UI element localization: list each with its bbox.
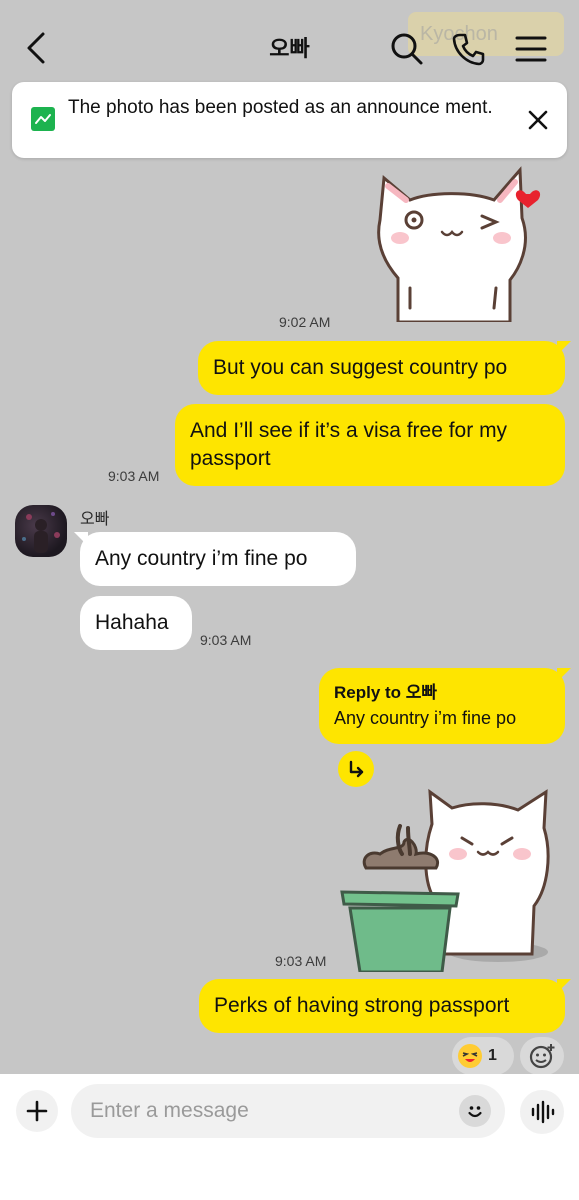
avatar[interactable] [15, 505, 67, 557]
timestamp: 9:03 AM [108, 468, 160, 484]
jump-to-reply-button[interactable] [338, 751, 374, 787]
chat-title: 오빠 [269, 36, 310, 61]
cat-sticker-wink[interactable] [370, 158, 550, 324]
emoticon-icon [468, 1106, 482, 1118]
timestamp: 9:02 AM [279, 314, 331, 330]
sender-name: 오빠 [80, 511, 110, 528]
cat-bucket-sticker[interactable] [338, 784, 556, 974]
message-text: Perks of having strong passport [214, 994, 510, 1017]
reply-quoted-text: Any country i’m fine po [334, 708, 517, 728]
my-message-bubble[interactable]: And I’ll see if it’s a visa free for my … [175, 404, 565, 486]
search-icon [391, 33, 423, 65]
close-banner-button[interactable] [524, 106, 552, 134]
reply-arrow-icon [349, 760, 364, 778]
plus-icon [26, 1100, 48, 1122]
timestamp: 9:03 AM [200, 632, 252, 648]
reaction-count: 1 [488, 1047, 497, 1064]
message-text: Any country i’m fine po [95, 547, 308, 570]
my-message-bubble[interactable]: Perks of having strong passport [199, 979, 565, 1033]
add-reaction-button[interactable] [520, 1037, 564, 1075]
announcement-text: The photo has been posted as an announce… [68, 97, 493, 118]
message-text: But you can suggest country po [213, 356, 508, 379]
add-reaction-icon [529, 1044, 555, 1069]
message-text: Hahaha [95, 611, 169, 634]
reply-title: Reply to 오빠 [334, 683, 438, 702]
announcement-image-icon [31, 107, 55, 131]
attach-button[interactable] [16, 1090, 58, 1132]
reply-message-bubble[interactable]: Reply to 오빠 Any country i’m fine po [319, 668, 565, 744]
their-message-bubble[interactable]: Hahaha [80, 596, 192, 650]
voice-message-button[interactable] [520, 1090, 564, 1134]
call-button[interactable] [450, 30, 488, 68]
reaction-chip[interactable]: 1 [452, 1037, 514, 1075]
their-message-bubble[interactable]: Any country i’m fine po [80, 532, 356, 586]
emoticon-button[interactable] [459, 1095, 491, 1127]
search-button[interactable] [388, 30, 426, 68]
announcement-banner[interactable]: The photo has been posted as an announce… [12, 82, 567, 158]
voice-wave-icon [531, 1100, 555, 1124]
phone-icon [452, 33, 485, 66]
laughing-face-icon [458, 1044, 482, 1068]
timestamp: 9:03 AM [275, 953, 327, 969]
message-input[interactable] [71, 1084, 505, 1138]
my-message-bubble[interactable]: But you can suggest country po [198, 341, 565, 395]
message-text: And I’ll see if it’s a visa free for my … [190, 419, 508, 470]
hamburger-menu-icon [515, 36, 547, 62]
close-icon [528, 110, 548, 130]
menu-button[interactable] [512, 30, 550, 68]
